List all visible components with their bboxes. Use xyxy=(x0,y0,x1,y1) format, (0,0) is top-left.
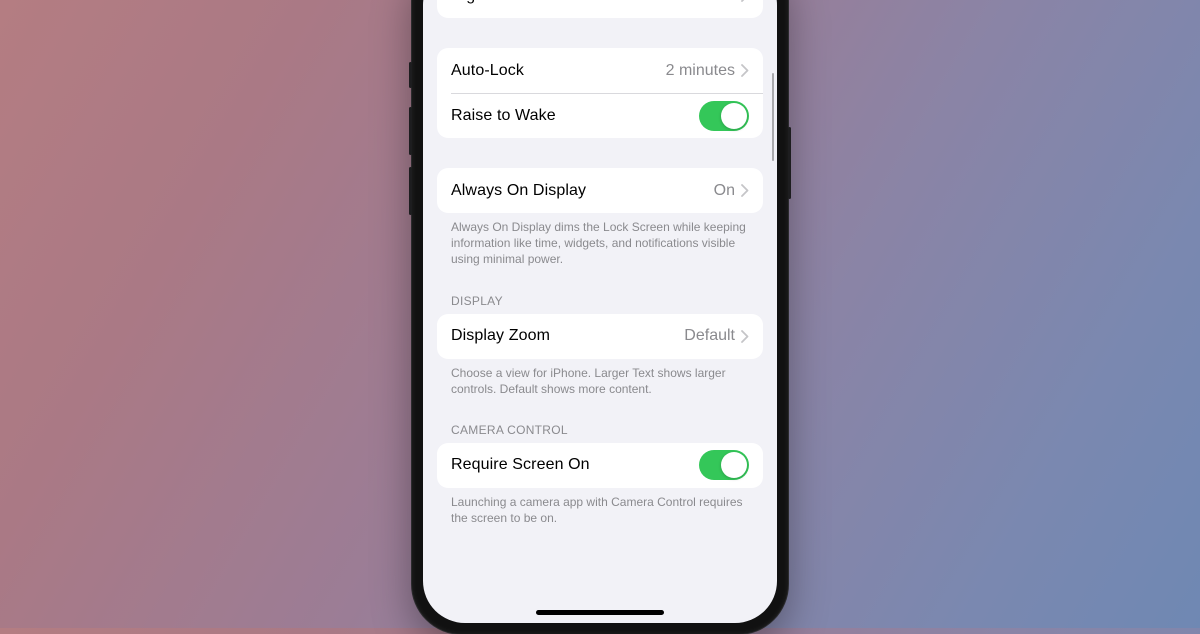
always-on-footer: Always On Display dims the Lock Screen w… xyxy=(437,219,763,268)
require-screen-on-footer: Launching a camera app with Camera Contr… xyxy=(437,494,763,526)
group-display-zoom: Display Zoom Default xyxy=(437,314,763,359)
home-indicator[interactable] xyxy=(536,610,664,615)
row-always-on-display[interactable]: Always On Display On xyxy=(437,168,763,213)
auto-lock-label: Auto-Lock xyxy=(451,62,666,80)
require-screen-on-toggle[interactable] xyxy=(699,450,749,480)
chevron-right-icon xyxy=(741,0,749,2)
group-always-on: Always On Display On xyxy=(437,168,763,213)
row-night-shift[interactable]: Night Shift Off xyxy=(437,0,763,18)
require-screen-on-label: Require Screen On xyxy=(451,456,699,474)
group-autolock: Auto-Lock 2 minutes Raise to Wake xyxy=(437,48,763,138)
always-on-value: On xyxy=(714,182,735,200)
chevron-right-icon xyxy=(741,184,749,197)
always-on-label: Always On Display xyxy=(451,182,714,200)
scroll-indicator[interactable] xyxy=(772,73,775,161)
raise-to-wake-toggle[interactable] xyxy=(699,101,749,131)
display-zoom-value: Default xyxy=(684,327,735,345)
night-shift-label: Night Shift xyxy=(451,0,714,5)
auto-lock-value: 2 minutes xyxy=(666,62,735,80)
raise-to-wake-label: Raise to Wake xyxy=(451,107,699,125)
row-raise-to-wake: Raise to Wake xyxy=(437,93,763,138)
display-section-header: DISPLAY xyxy=(437,294,763,314)
row-display-zoom[interactable]: Display Zoom Default xyxy=(437,314,763,359)
phone-mute-switch xyxy=(409,62,412,88)
phone-volume-down xyxy=(409,167,412,215)
row-auto-lock[interactable]: Auto-Lock 2 minutes xyxy=(437,48,763,93)
row-require-screen-on: Require Screen On xyxy=(437,443,763,488)
group-require-screen-on: Require Screen On xyxy=(437,443,763,488)
display-zoom-label: Display Zoom xyxy=(451,327,684,345)
phone-frame: Night Shift Off Auto-Lock 2 minutes xyxy=(412,0,788,634)
camera-control-section-header: CAMERA CONTROL xyxy=(437,423,763,443)
phone-power-button xyxy=(788,127,791,199)
night-shift-value: Off xyxy=(714,0,735,5)
phone-volume-up xyxy=(409,107,412,155)
group-night-shift: Night Shift Off xyxy=(437,0,763,18)
chevron-right-icon xyxy=(741,330,749,343)
settings-content: Night Shift Off Auto-Lock 2 minutes xyxy=(423,0,777,526)
chevron-right-icon xyxy=(741,64,749,77)
phone-screen: Night Shift Off Auto-Lock 2 minutes xyxy=(423,0,777,623)
display-zoom-footer: Choose a view for iPhone. Larger Text sh… xyxy=(437,365,763,397)
